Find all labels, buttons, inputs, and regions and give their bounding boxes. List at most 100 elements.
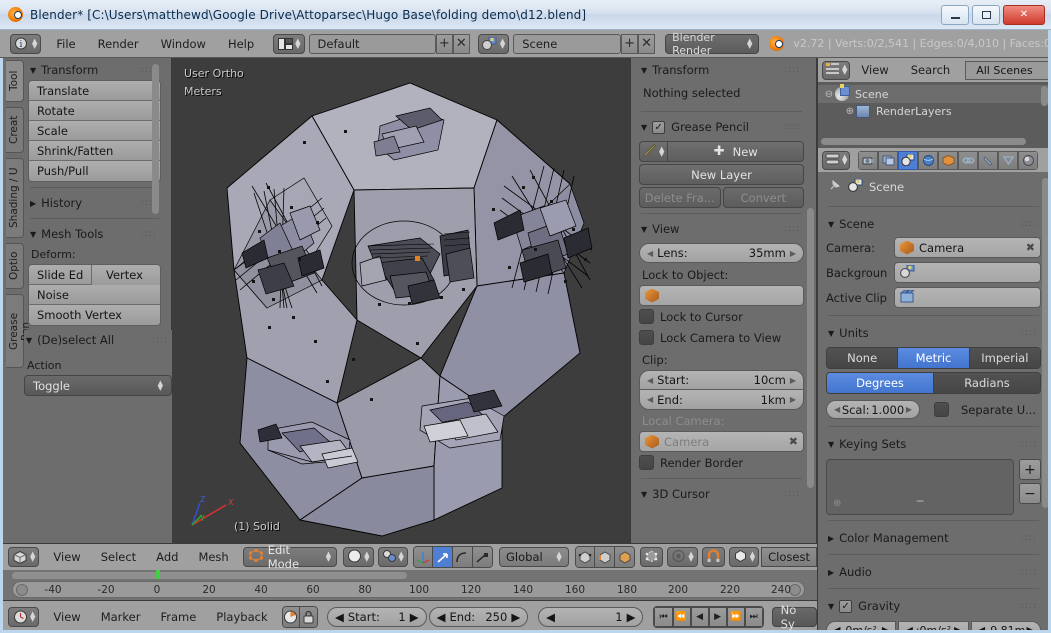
grease-pencil-datablock-selector[interactable]: ▲▼ <box>639 141 668 162</box>
outliner-horizontal-scrollbar[interactable] <box>821 138 1026 145</box>
menu-window[interactable]: Window <box>150 37 217 51</box>
outliner-vertical-scrollbar[interactable] <box>1041 86 1048 106</box>
outliner-editor-type-selector[interactable]: ▲▼ <box>822 61 850 80</box>
jump-end-icon[interactable]: ⏭ <box>745 607 763 627</box>
remove-keying-set-button[interactable]: − <box>1019 483 1041 504</box>
tab-render-layers[interactable] <box>878 151 898 170</box>
scene-name-field[interactable]: Scene <box>513 34 621 54</box>
menu-render[interactable]: Render <box>87 37 150 51</box>
outliner-display-mode[interactable]: All Scenes <box>965 61 1051 80</box>
panel-scene-header[interactable]: ▼ Scene :::: <box>826 212 1041 235</box>
tab-world[interactable] <box>918 151 938 170</box>
clear-local-camera-icon[interactable]: ✖ <box>789 435 798 448</box>
arrow-left-icon[interactable]: ◀ <box>546 610 555 624</box>
scale-button[interactable]: Scale <box>29 121 160 141</box>
panel-mesh-tools-header[interactable]: ▼ Mesh Tools :::: <box>28 224 161 244</box>
panel-transform-header[interactable]: ▼ Transform :::: <box>28 60 161 80</box>
outliner-menu-view[interactable]: View <box>850 63 899 77</box>
manipulator-icon[interactable] <box>414 547 434 567</box>
lock-icon[interactable] <box>300 607 317 627</box>
clip-end-field[interactable]: ◀ End: 1km ▶ <box>639 390 804 410</box>
keying-sets-list[interactable]: ⊕ ━ <box>826 459 1014 515</box>
list-grip-icon[interactable]: ━ <box>917 495 924 508</box>
screen-layout-selector[interactable]: ▲▼ <box>273 34 304 54</box>
pin-icon[interactable] <box>828 178 842 195</box>
screen-layout-name[interactable]: Default <box>309 34 436 54</box>
lock-camera-to-view-row[interactable]: Lock Camera to View <box>639 327 804 348</box>
transform-orientation-selector[interactable]: Global ▲▼ <box>499 547 569 567</box>
viewport-menu-view[interactable]: View <box>43 550 90 564</box>
arrow-left-icon[interactable]: ◀ <box>437 610 446 624</box>
action-dropdown[interactable]: Toggle ▲▼ <box>24 375 172 396</box>
viewport-shading-selector[interactable]: ▲▼ <box>343 547 373 567</box>
lens-field[interactable]: ◀ Lens: 35mm ▶ <box>639 243 804 263</box>
slide-edge-button[interactable]: Slide Ed <box>29 265 92 285</box>
panel-view-header[interactable]: ▼ View :::: <box>639 219 804 239</box>
active-clip-field[interactable] <box>894 287 1041 308</box>
push-pull-button[interactable]: Push/Pull <box>29 161 160 181</box>
rotate-manip-icon[interactable] <box>453 547 473 567</box>
tab-modifiers[interactable] <box>978 151 998 170</box>
shrink-fatten-button[interactable]: Shrink/Fatten <box>29 141 160 161</box>
tab-scene[interactable] <box>898 151 918 170</box>
rotation-degrees-button[interactable]: Degrees <box>827 373 934 393</box>
outliner-menu-search[interactable]: Search <box>900 63 962 77</box>
timeline-menu-playback[interactable]: Playback <box>206 610 277 624</box>
viewport-menu-select[interactable]: Select <box>91 550 146 564</box>
prev-keyframe-icon[interactable]: ⏪ <box>673 607 691 627</box>
unit-imperial-button[interactable]: Imperial <box>970 348 1040 368</box>
gravity-checkbox[interactable]: ✓ <box>839 600 852 613</box>
slide-vertex-button[interactable]: Vertex <box>92 265 160 285</box>
timeline-editor-type-selector[interactable]: ▲▼ <box>8 607 39 627</box>
timeline-left-knob[interactable] <box>16 584 28 596</box>
frame-start-field[interactable]: ◀ Start: 1 ▶ <box>327 607 427 627</box>
arrow-left-icon[interactable]: ◀ <box>834 405 840 414</box>
tab-grease-pencil[interactable]: Grease Pen <box>6 294 24 368</box>
unit-scale-field[interactable]: ◀ Scal: 1.000 ▶ <box>826 400 920 419</box>
grease-pencil-checkbox[interactable]: ✓ <box>652 121 665 134</box>
limit-selection-toggle[interactable] <box>640 547 663 567</box>
outliner-row-renderlayers[interactable]: ⊕ RenderLayers <box>818 103 1051 120</box>
minimize-button[interactable] <box>941 5 969 25</box>
convert-button[interactable]: Convert <box>723 187 805 208</box>
panel-audio-header[interactable]: ▶ Audio :::: <box>826 560 1041 583</box>
lock-to-object-field[interactable] <box>639 285 804 306</box>
timeline-horizontal-scrollbar[interactable] <box>12 572 407 579</box>
render-border-row[interactable]: Render Border <box>639 452 804 473</box>
arrow-right-icon[interactable]: ▶ <box>790 376 796 385</box>
arrow-right-icon[interactable]: ▶ <box>511 610 520 624</box>
unit-metric-button[interactable]: Metric <box>898 348 969 368</box>
redo-panel-header[interactable]: ▼ (De)select All :::: <box>24 330 172 350</box>
camera-field[interactable]: Camera ✖ <box>894 237 1041 258</box>
viewport-menu-mesh[interactable]: Mesh <box>188 550 238 564</box>
viewport-menu-add[interactable]: Add <box>146 550 188 564</box>
timeline-menu-marker[interactable]: Marker <box>91 610 151 624</box>
arrow-right-icon[interactable]: ▶ <box>790 249 796 258</box>
timeline-menu-view[interactable]: View <box>43 610 90 624</box>
panel-grease-pencil-header[interactable]: ▼ ✓ Grease Pencil :::: <box>639 117 804 137</box>
timeline-playhead[interactable] <box>156 570 160 579</box>
scene-selector[interactable]: ▲▼ <box>478 34 509 54</box>
frame-end-field[interactable]: ◀ End: 250 ▶ <box>429 607 529 627</box>
background-scene-field[interactable] <box>894 262 1041 283</box>
clip-start-field[interactable]: ◀ Start: 10cm ▶ <box>639 370 804 390</box>
panel-color-management-header[interactable]: ▶ Color Management :::: <box>826 526 1041 549</box>
rotate-button[interactable]: Rotate <box>29 101 160 121</box>
tab-create[interactable]: Creat <box>6 107 24 153</box>
tab-tool[interactable]: Tool <box>6 60 24 102</box>
unit-none-button[interactable]: None <box>827 348 898 368</box>
grease-pencil-new-button[interactable]: ✚ New <box>668 141 804 162</box>
tab-data[interactable] <box>998 151 1018 170</box>
interaction-mode-selector[interactable]: Edit Mode ▲▼ <box>243 547 337 567</box>
tab-material[interactable] <box>1018 151 1038 170</box>
smooth-vertex-button[interactable]: Smooth Vertex <box>29 305 160 325</box>
collapse-icon[interactable]: ⊖ <box>823 89 835 100</box>
timeline-menu-frame[interactable]: Frame <box>150 610 206 624</box>
noise-button[interactable]: Noise <box>29 285 160 305</box>
arrow-right-icon[interactable]: ▶ <box>906 405 912 414</box>
viewport-editor-type-selector[interactable]: ▲▼ <box>8 547 39 567</box>
snap-element-selector[interactable]: ▲▼ <box>729 547 759 567</box>
menu-file[interactable]: File <box>45 37 86 51</box>
play-icon[interactable]: ▶ <box>709 607 727 627</box>
delete-layout-button[interactable]: ✕ <box>453 34 470 54</box>
